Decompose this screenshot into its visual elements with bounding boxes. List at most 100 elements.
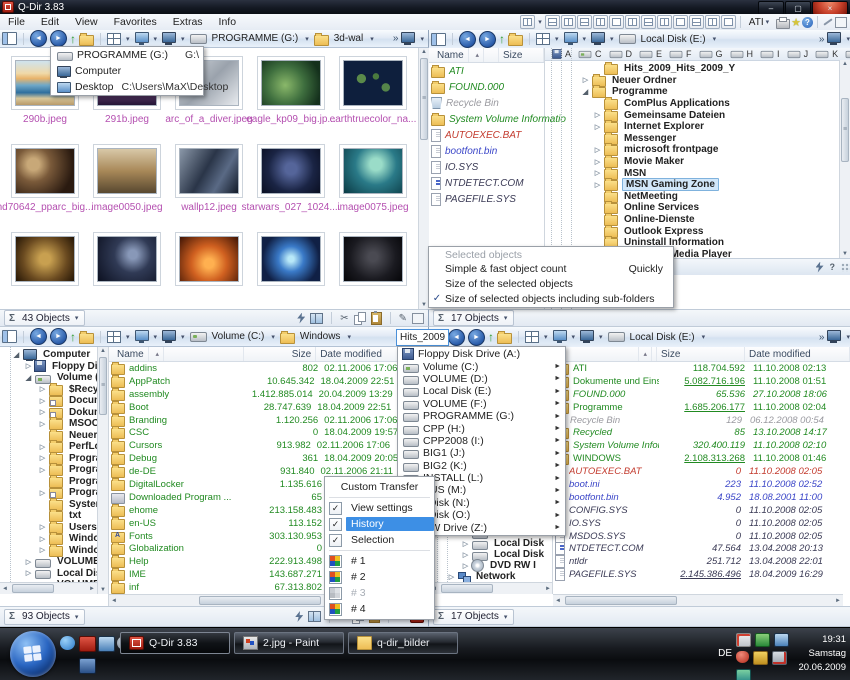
file-row[interactable]: ATI — [429, 63, 544, 79]
folder-icon[interactable] — [508, 33, 523, 46]
scrollbar-horizontal[interactable]: ◄ ► — [429, 582, 552, 594]
tray-security-shield-icon[interactable] — [736, 651, 749, 663]
chevron-down-icon[interactable]: ▾ — [538, 18, 542, 26]
favorites-star-icon[interactable]: ★ — [791, 16, 801, 29]
tree-item[interactable]: Windo — [0, 532, 97, 546]
layout-preset-button[interactable] — [672, 15, 688, 29]
pane-sync-icon[interactable] — [310, 312, 324, 324]
tree-item[interactable]: MSN — [545, 166, 850, 180]
thumbnail-item[interactable]: wallp12.jpeg — [171, 144, 247, 222]
ati-menu[interactable]: ATI ▾ — [745, 17, 775, 28]
tree-expander[interactable] — [461, 540, 470, 548]
tree-expander[interactable] — [593, 111, 602, 119]
forward-icon[interactable]: ► — [479, 30, 496, 48]
preview-icon[interactable] — [412, 312, 424, 324]
edit-icon[interactable]: ✎ — [399, 313, 407, 324]
tree-expander[interactable] — [447, 573, 456, 581]
thumbnail-item[interactable] — [335, 232, 411, 299]
tray-calendar-icon[interactable] — [736, 633, 751, 647]
tree-item[interactable]: Local Disk — [0, 568, 97, 580]
tree-expander[interactable] — [461, 551, 470, 559]
layout-preset-button[interactable] — [544, 15, 560, 29]
thumbnail-item[interactable] — [171, 232, 247, 299]
file-row[interactable]: NTDETECT.COM 47.564 13.04.2008 20:13 — [553, 542, 850, 556]
tray-display-icon[interactable] — [774, 633, 789, 647]
menu-preset-item[interactable]: # 3 — [325, 585, 434, 601]
file-row[interactable]: Recycled 85 13.10.2008 14:17 — [553, 426, 850, 440]
drive-icon[interactable] — [189, 331, 207, 342]
tree-expander[interactable] — [12, 351, 21, 359]
tree-item[interactable]: Floppy Dis — [0, 360, 97, 373]
view-mode-icon[interactable] — [525, 331, 539, 343]
checkbox[interactable]: ✓ — [329, 501, 342, 515]
tree-item[interactable]: MSOC — [0, 417, 97, 431]
tree-expander[interactable] — [24, 558, 33, 566]
file-row[interactable]: FOUND.000 65.536 27.10.2008 18:06 — [553, 387, 850, 401]
taskbar-button[interactable]: Q-Dir 3.83 — [120, 632, 230, 654]
desktop-shortcut-icon[interactable] — [134, 31, 149, 45]
menu-item[interactable]: Info — [211, 14, 245, 30]
forward-icon[interactable]: ► — [50, 30, 67, 47]
thumbnail-image[interactable] — [15, 148, 75, 194]
popup-item[interactable]: ✓ Size of selected objects including sub… — [429, 291, 673, 306]
drive-tab[interactable]: D — [606, 49, 635, 59]
menu-item[interactable]: Extras — [165, 14, 211, 30]
file-row[interactable]: Dokumente und Einstellungen 5.082.716.19… — [553, 374, 850, 388]
layout-preset-button[interactable] — [656, 15, 672, 29]
view-mode-icon[interactable] — [107, 330, 121, 343]
tray-update-icon[interactable] — [755, 633, 770, 647]
file-row[interactable]: bootfont.bin 4.952 18.08.2001 11:00 — [553, 490, 850, 504]
list-header[interactable]: Name ▴ Size — [429, 48, 544, 63]
tree-expander[interactable] — [38, 385, 47, 393]
thumbnail-item[interactable]: image0050.jpeg — [89, 144, 165, 222]
tree-expander[interactable] — [581, 88, 590, 96]
thumbnail-image[interactable] — [15, 236, 75, 282]
file-row[interactable]: Recycle Bin — [429, 95, 544, 111]
file-row[interactable]: Debug 361 18.04.2009 20:05 2 / 6 — [109, 452, 429, 466]
tree-item[interactable]: Online-Dienste — [545, 213, 850, 227]
drive-tab[interactable]: I — [757, 49, 782, 59]
computer-shortcut-icon[interactable] — [827, 330, 842, 343]
tree-item[interactable]: Movie Maker — [545, 155, 850, 169]
tree-item[interactable]: Local Disk — [429, 549, 552, 561]
menu-item[interactable]: View — [67, 14, 106, 30]
resize-grip[interactable] — [841, 262, 850, 272]
drive-icon[interactable] — [607, 332, 625, 342]
menu-check-item[interactable]: ✓ History — [325, 516, 434, 532]
thumbnail-image[interactable] — [179, 148, 239, 194]
folder-icon[interactable] — [79, 330, 94, 344]
quick-action-lightning-icon[interactable] — [295, 611, 304, 622]
thumbnail-item[interactable]: starwars_027_1024.... — [242, 144, 340, 222]
tree-item[interactable]: Gemeinsame Dateien — [545, 108, 850, 122]
tree-item[interactable]: Windo — [0, 543, 97, 557]
folder-icon[interactable] — [279, 330, 295, 344]
tree-item[interactable]: txt — [0, 509, 97, 523]
file-row[interactable]: Recycle Bin 129 06.12.2008 00:54 — [553, 414, 850, 427]
tree-item[interactable]: DVD RW I — [429, 559, 552, 572]
help-icon[interactable]: ? — [802, 16, 813, 28]
tree-expander[interactable] — [38, 466, 47, 474]
menu-check-item[interactable]: ✓ View settings — [325, 500, 434, 516]
file-row[interactable]: AUTOEXEC.BAT 0 11.10.2008 02:05 — [553, 465, 850, 479]
file-row[interactable]: Boot 28.747.639 18.04.2009 22:51 78 / 11 — [109, 400, 429, 414]
object-count-button[interactable]: Σ 17 Objects ▾ — [433, 310, 515, 326]
folder-tree-toggle-icon[interactable] — [2, 330, 17, 343]
thumbnail-image[interactable] — [179, 236, 239, 282]
drive-tab[interactable]: E — [636, 49, 664, 59]
cut-icon[interactable]: ✂ — [340, 313, 348, 324]
computer-shortcut-icon[interactable] — [162, 329, 177, 343]
quicklaunch-qdir-icon[interactable] — [79, 636, 96, 652]
tree-item[interactable]: Progra — [0, 487, 97, 500]
dropdown-item[interactable]: Computer — [51, 63, 203, 79]
computer-shortcut-icon[interactable] — [591, 32, 606, 45]
folder-tree-toggle-icon[interactable] — [431, 32, 446, 46]
tree-expander[interactable] — [24, 374, 33, 382]
tray-app-icon[interactable] — [736, 669, 751, 680]
file-row[interactable]: ATI 118.704.592 11.10.2008 02:13 — [553, 361, 850, 375]
tree-expander[interactable] — [38, 454, 47, 462]
toolbar-overflow-chevron[interactable]: » — [819, 332, 825, 343]
tools-icon[interactable] — [822, 16, 834, 28]
drive-tab[interactable]: F — [666, 49, 694, 59]
tree-item[interactable]: Messenger — [545, 131, 850, 145]
file-row[interactable]: MSDOS.SYS 0 11.10.2008 02:05 — [553, 529, 850, 543]
